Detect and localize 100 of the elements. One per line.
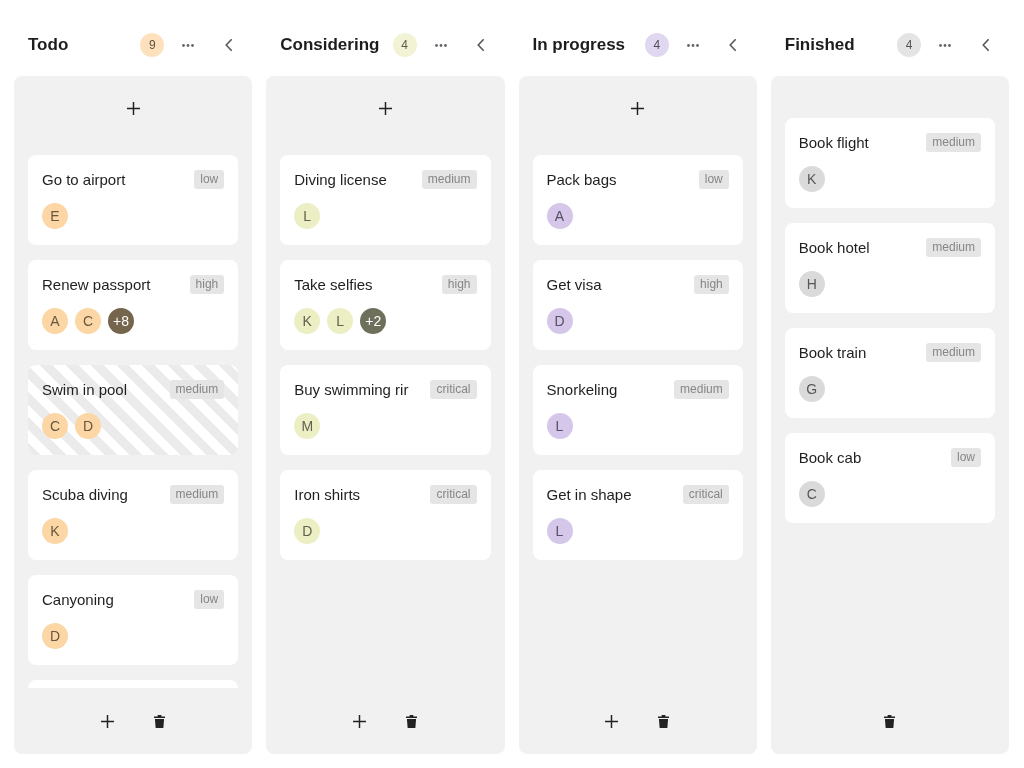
delete-button[interactable] (881, 713, 898, 729)
add-card-button[interactable] (351, 713, 368, 729)
add-card-button[interactable] (629, 100, 646, 116)
task-card[interactable]: Book hotel medium H (784, 223, 995, 313)
task-card[interactable]: Take selfies high K L +2 (280, 260, 491, 350)
card-title: Swim in pool (42, 380, 128, 398)
count-badge: 9 (140, 33, 165, 57)
add-card-button[interactable] (99, 713, 116, 729)
priority-tag: medium (926, 342, 981, 362)
priority-tag: high (694, 274, 729, 294)
count-badge: 4 (644, 33, 669, 57)
more-avatars-count: +8 (108, 308, 134, 334)
user-avatar: M (294, 413, 321, 439)
user-avatar: L (294, 203, 321, 229)
priority-tag: high (189, 274, 225, 294)
task-card[interactable]: Diving license medium L (280, 155, 491, 245)
card-title: Book train (798, 343, 867, 361)
user-avatar: K (42, 518, 68, 544)
user-avatar: L (546, 413, 573, 439)
user-avatar: D (294, 518, 321, 544)
priority-tag: low (698, 169, 729, 189)
card-title: Go to airport (42, 170, 126, 188)
chevron-left-icon (477, 39, 484, 51)
card-title: Buy swimming rir (294, 380, 409, 398)
priority-tag: critical (682, 484, 729, 504)
chevron-left-icon (729, 39, 737, 51)
user-avatar: K (798, 166, 825, 192)
priority-tag: medium (926, 132, 981, 152)
column-title: Considering (280, 35, 381, 55)
task-card[interactable]: Pack bags low A (532, 155, 743, 245)
task-card[interactable]: Renew passport high A C +8 (28, 260, 239, 350)
user-avatar: E (42, 203, 68, 229)
task-card[interactable]: Swim in pool medium C D (28, 365, 239, 455)
card-title: Renew passport (42, 275, 151, 293)
card-title: Book hotel (798, 238, 870, 256)
more-dots-icon (939, 43, 951, 47)
trash-icon (153, 714, 165, 728)
user-avatar: D (546, 308, 573, 334)
priority-tag: medium (421, 169, 477, 189)
count-badge: 4 (897, 33, 921, 57)
more-dots-icon (182, 43, 195, 47)
task-card[interactable]: Go to airport low E (28, 155, 239, 245)
delete-button[interactable] (655, 713, 672, 729)
task-card[interactable]: Get in shape critical L (532, 470, 743, 560)
priority-tag: critical (430, 484, 477, 504)
card-title: Pack bags (546, 170, 617, 188)
task-card[interactable]: Iron shirts critical D (280, 470, 491, 560)
user-avatar: H (798, 271, 825, 297)
priority-tag: critical (430, 379, 477, 399)
plus-icon (126, 101, 140, 115)
priority-tag: medium (169, 484, 225, 504)
priority-tag: low (194, 169, 225, 189)
priority-tag: high (441, 274, 477, 294)
card-title: Canyoning (42, 590, 114, 608)
add-card-button[interactable] (603, 713, 620, 729)
task-card[interactable]: Snorkeling medium L (532, 365, 743, 455)
priority-tag: medium (674, 379, 729, 399)
plus-icon (631, 101, 645, 115)
user-avatar: L (546, 518, 573, 544)
task-card[interactable]: Canyoning low D (28, 575, 239, 665)
task-card[interactable]: Buy swimming rir critical M (280, 365, 491, 455)
plus-icon (100, 714, 114, 728)
trash-icon (405, 714, 417, 728)
add-card-button[interactable] (125, 100, 142, 116)
task-card[interactable]: Book cab low C (784, 433, 995, 523)
user-avatar: A (42, 308, 68, 334)
task-card[interactable]: Book train medium G (784, 328, 995, 418)
card-title: Scuba diving (42, 485, 128, 503)
trash-icon (884, 714, 896, 728)
user-avatar: D (42, 623, 68, 649)
chevron-left-icon (224, 39, 232, 51)
user-avatar: C (42, 413, 68, 439)
user-avatar: D (75, 413, 101, 439)
user-avatar: L (327, 308, 354, 334)
priority-tag: medium (169, 379, 225, 399)
card-title: Diving license (294, 170, 387, 188)
priority-tag: low (951, 447, 981, 467)
column-title: Finished (784, 35, 856, 55)
user-avatar: A (546, 203, 573, 229)
trash-icon (658, 714, 670, 728)
card-title: Iron shirts (294, 485, 361, 503)
delete-button[interactable] (403, 713, 420, 729)
count-badge: 4 (392, 33, 417, 57)
column-title: In progress (532, 35, 627, 55)
user-avatar: C (798, 481, 825, 507)
task-card[interactable]: Get visa high D (532, 260, 743, 350)
priority-tag: low (194, 589, 225, 609)
delete-button[interactable] (151, 713, 168, 729)
card-title: Get in shape (546, 485, 632, 503)
user-avatar: K (294, 308, 321, 334)
more-avatars-count: +2 (360, 308, 387, 334)
card-title: Book cab (798, 448, 862, 466)
card-title: Get visa (546, 275, 602, 293)
task-card[interactable]: Book flight medium K (784, 118, 995, 208)
user-avatar: G (798, 376, 825, 402)
card-title: Snorkeling (546, 380, 618, 398)
add-card-button[interactable] (377, 100, 394, 116)
task-card[interactable]: Scuba diving medium K (28, 470, 239, 560)
plus-icon (378, 101, 392, 115)
plus-icon (605, 714, 619, 728)
